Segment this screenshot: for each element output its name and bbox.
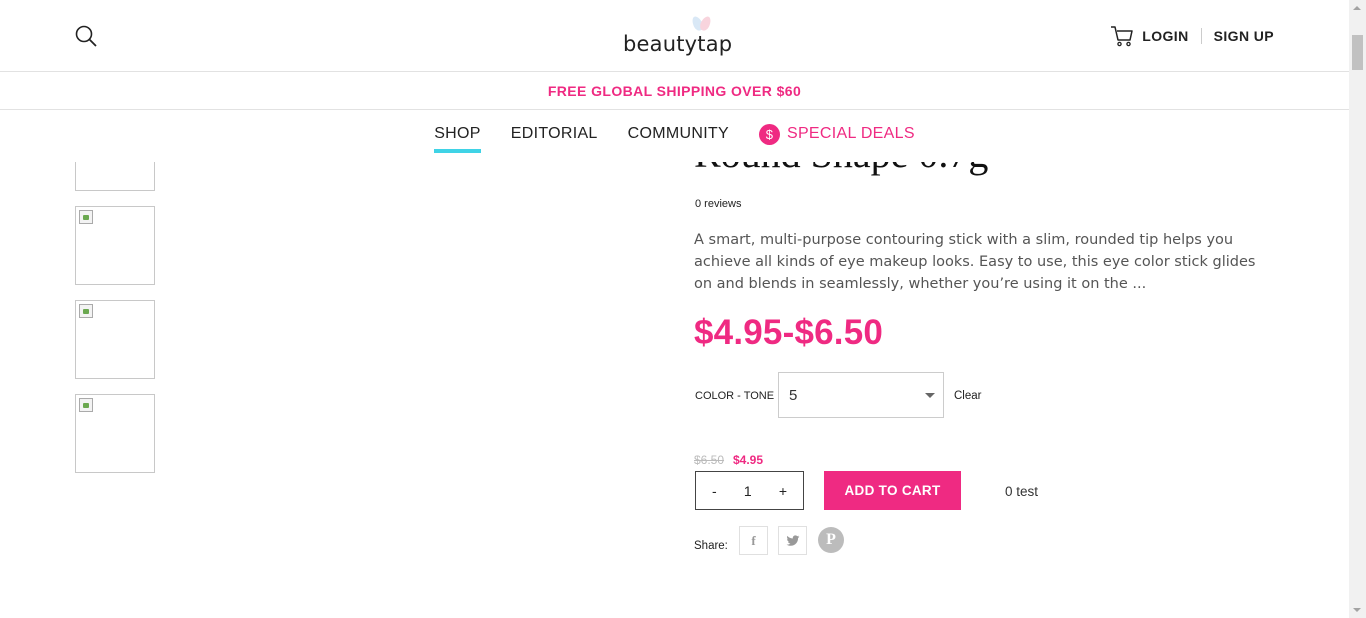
broken-image-icon — [79, 398, 93, 412]
scrollbar-thumb[interactable] — [1352, 35, 1363, 70]
product-thumbnail[interactable] — [75, 300, 155, 379]
signup-link[interactable]: SIGN UP — [1214, 28, 1274, 44]
logo-text: beautytap — [623, 32, 733, 56]
promo-text[interactable]: FREE GLOBAL SHIPPING OVER $60 — [548, 83, 801, 99]
nav-label: EDITORIAL — [510, 125, 598, 142]
search-icon[interactable] — [74, 24, 98, 48]
cart-icon[interactable] — [1110, 25, 1134, 47]
broken-image-icon — [79, 210, 93, 224]
add-to-cart-button[interactable]: ADD TO CART — [824, 471, 961, 510]
nav-item-special-deals[interactable]: $ SPECIAL DEALS — [758, 124, 915, 153]
dollar-icon: $ — [758, 124, 780, 145]
beautytap-logo[interactable]: beautytap — [623, 14, 733, 58]
nav-label: COMMUNITY — [627, 125, 729, 142]
account-links: LOGIN SIGN UP — [1110, 24, 1274, 48]
divider — [1200, 28, 1202, 44]
twitter-icon[interactable] — [778, 526, 807, 555]
nav-label: SHOP — [434, 125, 481, 142]
review-count[interactable]: 0 reviews — [695, 198, 741, 210]
chevron-down-icon — [925, 393, 935, 398]
price-range: $4.95-$6.50 — [694, 313, 884, 352]
share-label: Share: — [694, 540, 728, 552]
color-tone-label: COLOR - TONE — [695, 390, 775, 402]
logo-leaf-icon — [698, 14, 713, 33]
pinterest-icon[interactable]: P — [818, 527, 844, 553]
product-description: A smart, multi-purpose contouring stick … — [694, 232, 1256, 292]
sale-price: $4.95 — [733, 453, 764, 467]
nav-item-shop[interactable]: SHOP — [434, 125, 481, 153]
quantity-input[interactable]: 1 — [744, 483, 752, 499]
original-price: $6.50 — [694, 453, 725, 467]
scroll-up-arrow-icon[interactable] — [1353, 6, 1361, 10]
clear-selection-link[interactable]: Clear — [954, 390, 981, 402]
color-tone-select[interactable]: 5 — [778, 372, 944, 418]
test-note: 0 test — [1005, 484, 1039, 499]
broken-image-icon — [79, 304, 93, 318]
increase-qty-button[interactable]: + — [779, 483, 787, 499]
nav-item-editorial[interactable]: EDITORIAL — [511, 125, 598, 153]
twitter-bird-icon — [786, 534, 799, 546]
nav-label: SPECIAL DEALS — [786, 125, 915, 142]
quantity-stepper: - 1 + — [695, 471, 804, 510]
site-header: beautytap LOGIN SIGN UP — [0, 0, 1349, 72]
main-nav: SHOP EDITORIAL COMMUNITY $ SPECIAL DEALS — [0, 110, 1349, 162]
product-thumbnail[interactable] — [75, 206, 155, 285]
page-scrollbar[interactable] — [1349, 0, 1366, 618]
product-thumbnail[interactable] — [75, 394, 155, 473]
decrease-qty-button[interactable]: - — [712, 483, 717, 499]
selected-option: 5 — [789, 386, 798, 404]
login-link[interactable]: LOGIN — [1142, 28, 1188, 44]
nav-item-community[interactable]: COMMUNITY — [628, 125, 729, 153]
scroll-down-arrow-icon[interactable] — [1353, 608, 1361, 612]
promo-bar: FREE GLOBAL SHIPPING OVER $60 — [0, 72, 1349, 110]
facebook-icon[interactable]: f — [739, 526, 768, 555]
